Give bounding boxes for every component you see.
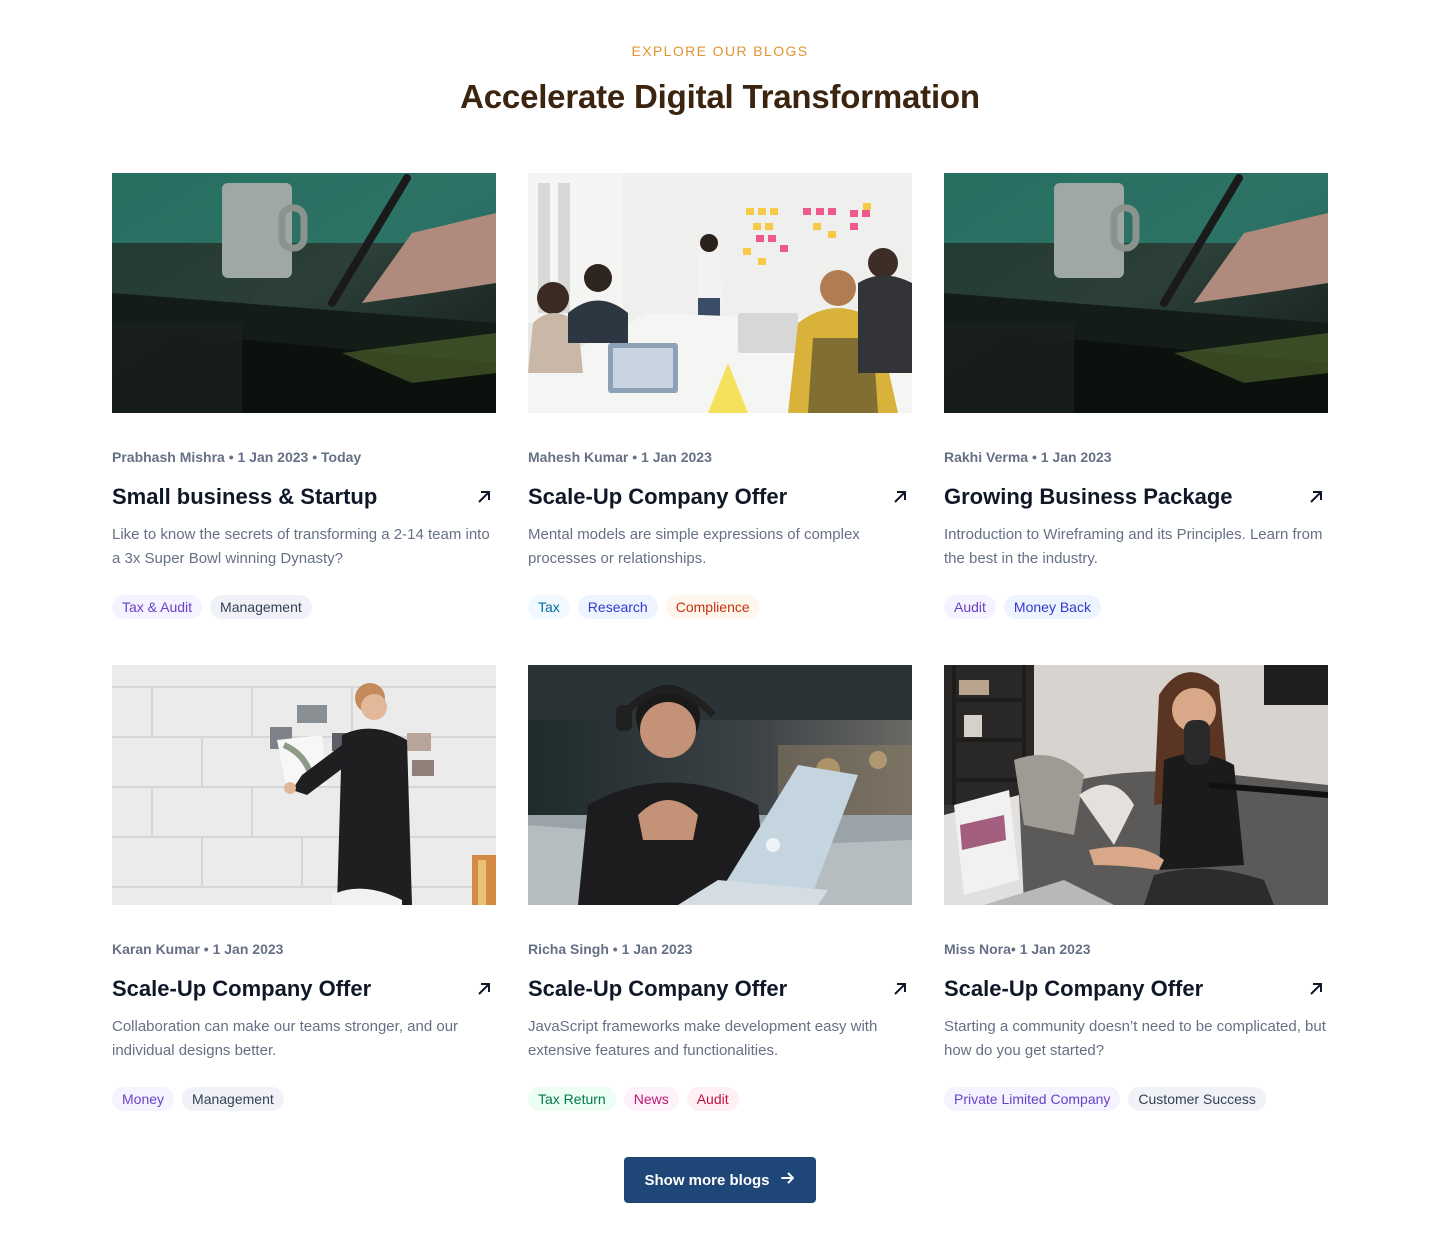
tag[interactable]: Management <box>210 595 312 619</box>
show-more-blogs-button[interactable]: Show more blogs <box>624 1157 816 1203</box>
arrow-up-right-icon[interactable] <box>1304 977 1328 1001</box>
arrow-up-right-icon[interactable] <box>888 485 912 509</box>
arrow-up-right-icon[interactable] <box>472 977 496 1001</box>
tag-list: Tax & Audit Management <box>112 595 496 619</box>
man-headphones-laptop-photo[interactable] <box>528 665 912 905</box>
section-eyebrow: EXPLORE OUR BLOGS <box>631 43 809 59</box>
tag[interactable]: News <box>623 1087 679 1111</box>
post-title[interactable]: Scale-Up Company Offer <box>528 484 787 510</box>
tag[interactable]: Research <box>577 595 658 619</box>
woman-podcast-microphone-photo[interactable] <box>944 665 1328 905</box>
tag[interactable]: Audit <box>944 595 996 619</box>
arrow-up-right-icon[interactable] <box>1304 485 1328 509</box>
blog-section: EXPLORE OUR BLOGS Accelerate Digital Tra… <box>0 0 1440 1239</box>
tag-list: Private Limited Company Customer Success <box>944 1087 1328 1111</box>
post-title[interactable]: Small business & Startup <box>112 484 377 510</box>
tag[interactable]: Audit <box>686 1087 739 1111</box>
tag[interactable]: Private Limited Company <box>944 1087 1121 1111</box>
arrow-up-right-icon[interactable] <box>472 485 496 509</box>
team-meeting-whiteboard-photo[interactable] <box>528 173 912 413</box>
arrow-up-right-icon[interactable] <box>888 977 912 1001</box>
post-meta: Rakhi Verma • 1 Jan 2023 <box>944 449 1112 465</box>
hand-stylus-tablet-photo[interactable] <box>112 173 496 413</box>
blog-card[interactable]: Mahesh Kumar • 1 Jan 2023 Scale-Up Compa… <box>528 173 912 619</box>
tag[interactable]: Management <box>182 1087 284 1111</box>
man-pinning-photos-wall-photo[interactable] <box>112 665 496 905</box>
tag[interactable]: Customer Success <box>1128 1087 1266 1111</box>
blog-card[interactable]: Karan Kumar • 1 Jan 2023 Scale-Up Compan… <box>112 665 496 1111</box>
tag[interactable]: Tax Return <box>528 1087 616 1111</box>
post-title[interactable]: Scale-Up Company Offer <box>112 976 371 1002</box>
post-description: Starting a community doesn’t need to be … <box>944 1018 1326 1059</box>
blog-card[interactable]: Rakhi Verma • 1 Jan 2023 Growing Busines… <box>944 173 1328 619</box>
post-meta: Mahesh Kumar • 1 Jan 2023 <box>528 449 712 465</box>
post-description: Introduction to Wireframing and its Prin… <box>944 526 1323 567</box>
tag-list: Tax Research Complience <box>528 595 912 619</box>
hand-stylus-tablet-photo[interactable] <box>944 173 1328 413</box>
tag[interactable]: Money <box>112 1087 175 1111</box>
blog-card[interactable]: Prabhash Mishra • 1 Jan 2023 • Today Sma… <box>112 173 496 619</box>
tag[interactable]: Tax & Audit <box>112 595 203 619</box>
post-description: JavaScript frameworks make development e… <box>528 1018 878 1059</box>
tag-list: Audit Money Back <box>944 595 1328 619</box>
post-description: Mental models are simple expressions of … <box>528 526 860 567</box>
show-more-label: Show more blogs <box>644 1171 770 1189</box>
post-title[interactable]: Growing Business Package <box>944 484 1233 510</box>
section-title: Accelerate Digital Transformation <box>460 78 980 115</box>
tag[interactable]: Tax <box>528 595 570 619</box>
post-description: Like to know the secrets of transforming… <box>112 526 490 567</box>
post-title[interactable]: Scale-Up Company Offer <box>528 976 787 1002</box>
tag[interactable]: Complience <box>665 595 760 619</box>
tag[interactable]: Money Back <box>1003 595 1101 619</box>
tag-list: Tax Return News Audit <box>528 1087 912 1111</box>
arrow-right-icon <box>780 1170 796 1190</box>
post-meta: Miss Nora• 1 Jan 2023 <box>944 941 1091 957</box>
post-meta: Prabhash Mishra • 1 Jan 2023 • Today <box>112 449 362 465</box>
blog-card[interactable]: Richa Singh • 1 Jan 2023 Scale-Up Compan… <box>528 665 912 1111</box>
tag-list: Money Management <box>112 1087 496 1111</box>
post-meta: Richa Singh • 1 Jan 2023 <box>528 941 693 957</box>
post-description: Collaboration can make our teams stronge… <box>112 1018 459 1059</box>
post-title[interactable]: Scale-Up Company Offer <box>944 976 1203 1002</box>
post-meta: Karan Kumar • 1 Jan 2023 <box>112 941 284 957</box>
blog-card[interactable]: Miss Nora• 1 Jan 2023 Scale-Up Company O… <box>944 665 1328 1111</box>
